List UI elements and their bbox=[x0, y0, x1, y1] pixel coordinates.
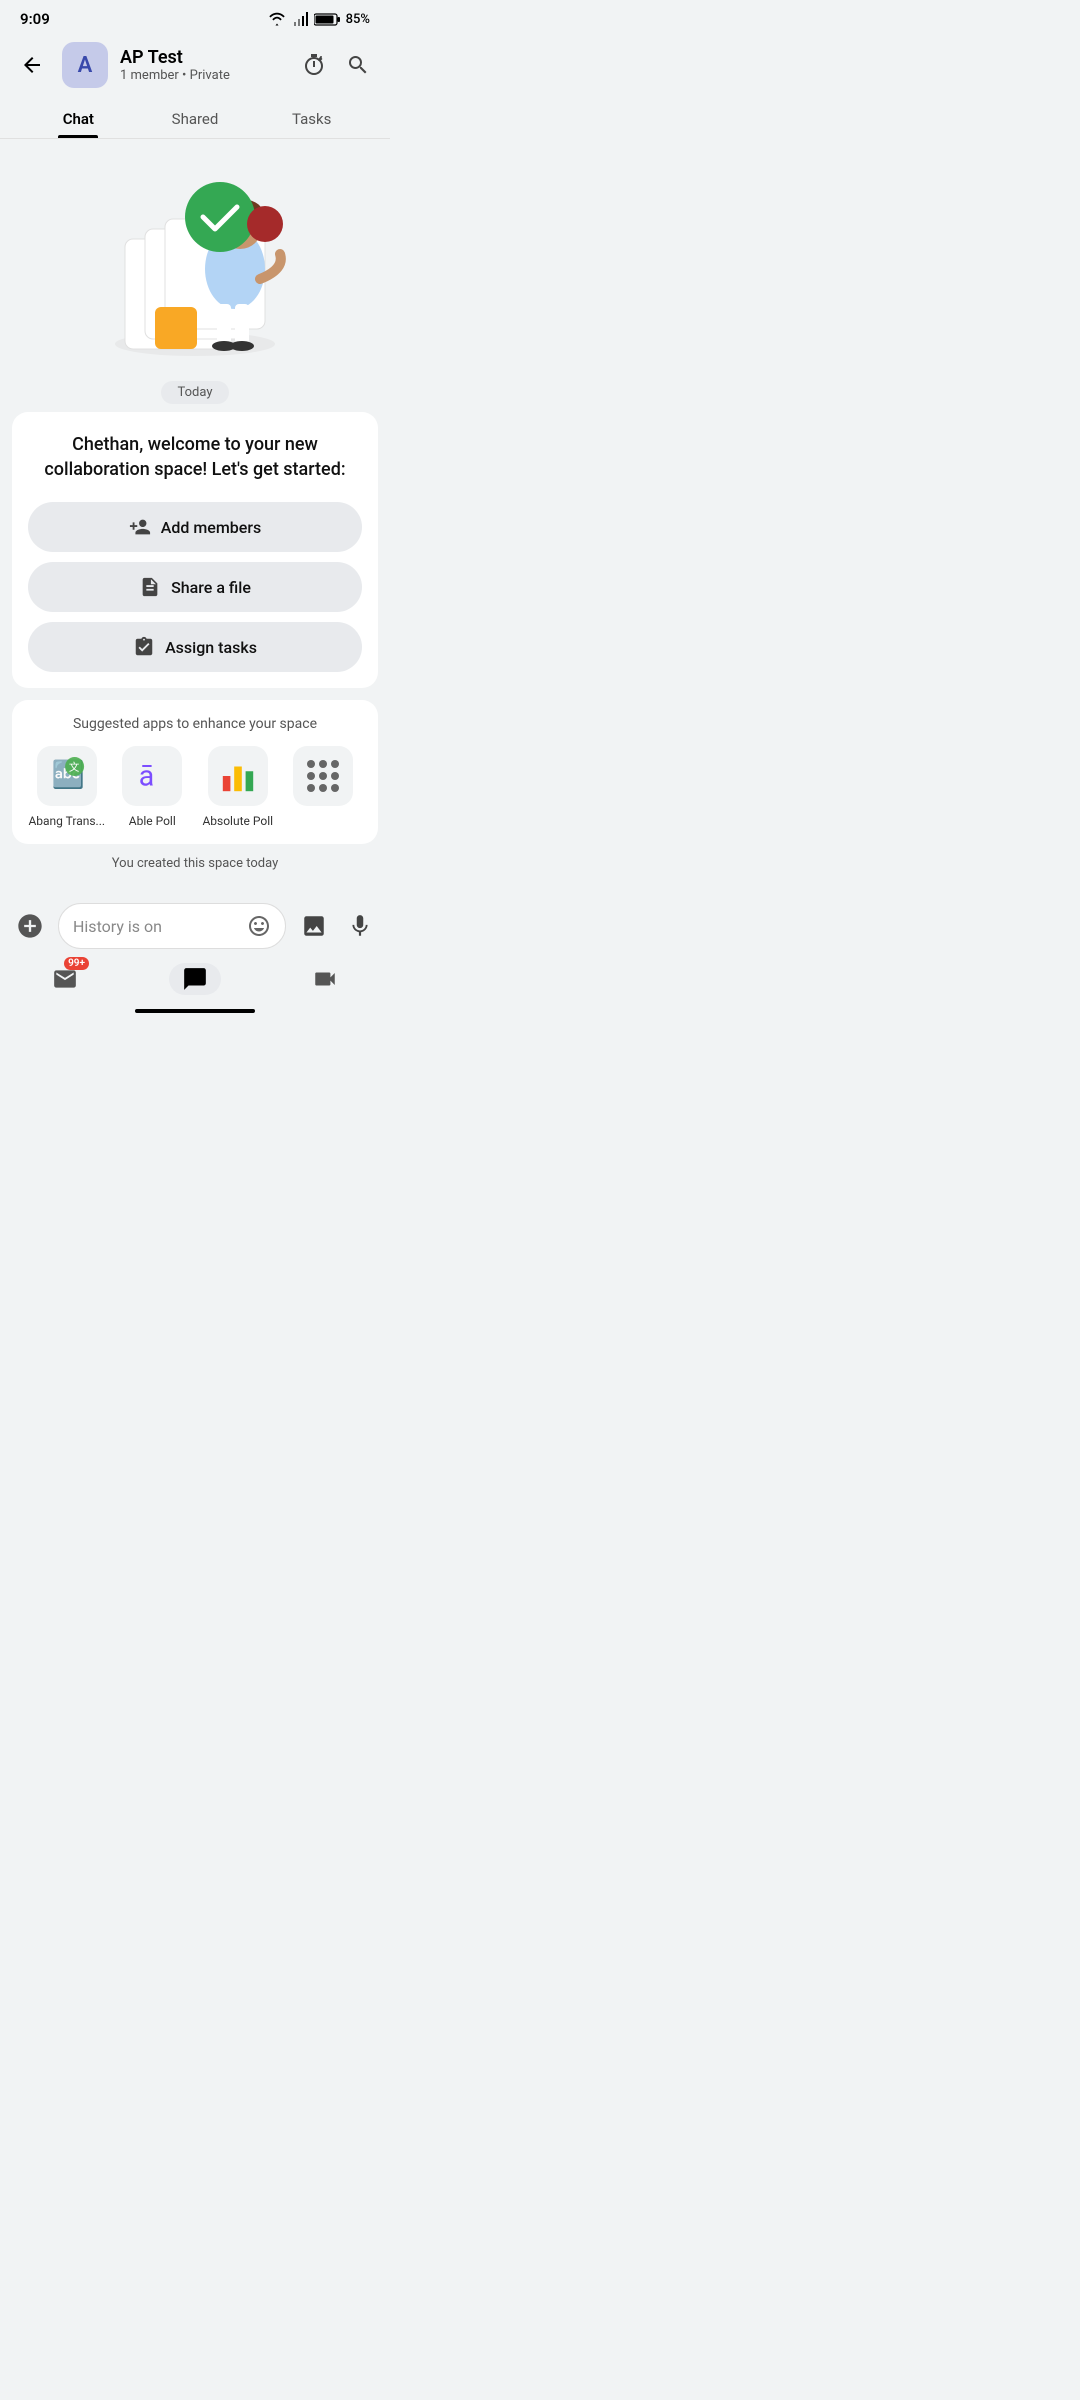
svg-text:文: 文 bbox=[69, 761, 80, 774]
battery-percentage: 85% bbox=[346, 12, 370, 27]
created-today: You created this space today bbox=[0, 856, 390, 871]
grid-dots bbox=[307, 760, 339, 792]
assign-tasks-button[interactable]: Assign tasks bbox=[28, 622, 362, 672]
video-icon-wrap bbox=[299, 963, 351, 995]
suggested-apps-title: Suggested apps to enhance your space bbox=[28, 716, 362, 732]
add-members-icon bbox=[129, 516, 151, 538]
add-button[interactable] bbox=[12, 908, 48, 944]
add-members-button[interactable]: Add members bbox=[28, 502, 362, 552]
status-bar: 9:09 85% bbox=[0, 0, 390, 34]
top-actions bbox=[296, 47, 376, 83]
space-meta: 1 member • Private bbox=[120, 68, 284, 83]
nav-chat[interactable] bbox=[169, 963, 221, 995]
nav-bar: 99+ bbox=[0, 957, 390, 1003]
chat-nav-icon bbox=[182, 966, 208, 992]
able-poll-label: Able Poll bbox=[129, 814, 176, 828]
mail-badge: 99+ bbox=[64, 957, 89, 970]
chat-icon-wrap bbox=[169, 963, 221, 995]
tabs: Chat Shared Tasks bbox=[0, 98, 390, 139]
share-file-label: Share a file bbox=[171, 578, 251, 597]
space-avatar: A bbox=[62, 42, 108, 88]
space-info: AP Test 1 member • Private bbox=[120, 47, 284, 83]
search-button[interactable] bbox=[340, 47, 376, 83]
tab-tasks[interactable]: Tasks bbox=[253, 98, 370, 138]
svg-text:ā: ā bbox=[139, 760, 155, 793]
apps-row: 🔤 文 Abang Trans... ā Able Poll bbox=[28, 746, 362, 828]
able-poll-icon: ā bbox=[122, 746, 182, 806]
scroll-content: Today Chethan, welcome to your new colla… bbox=[0, 139, 390, 895]
share-file-button[interactable]: Share a file bbox=[28, 562, 362, 612]
welcome-card: Chethan, welcome to your new collaborati… bbox=[12, 412, 378, 688]
tab-chat[interactable]: Chat bbox=[20, 98, 137, 138]
app-abang-trans[interactable]: 🔤 文 Abang Trans... bbox=[28, 746, 106, 828]
emoji-button[interactable] bbox=[247, 914, 271, 938]
signal-icon bbox=[292, 12, 308, 26]
status-time: 9:09 bbox=[20, 10, 50, 28]
message-input-pill[interactable]: History is on bbox=[58, 903, 286, 949]
assign-tasks-label: Assign tasks bbox=[165, 638, 257, 657]
bottom-bar: History is on bbox=[0, 895, 390, 957]
add-members-label: Add members bbox=[161, 518, 262, 537]
nav-mail[interactable]: 99+ bbox=[39, 963, 91, 995]
battery-icon bbox=[314, 13, 340, 26]
video-icon bbox=[312, 966, 338, 992]
hero-section bbox=[0, 139, 390, 369]
absolute-poll-label: Absolute Poll bbox=[202, 814, 273, 828]
nav-video[interactable] bbox=[299, 963, 351, 995]
status-icons: 85% bbox=[268, 12, 370, 27]
timer-button[interactable] bbox=[296, 47, 332, 83]
more-apps[interactable] bbox=[285, 746, 363, 828]
media-button[interactable] bbox=[296, 908, 332, 944]
mail-icon-wrap: 99+ bbox=[39, 963, 91, 995]
date-chip: Today bbox=[0, 381, 390, 404]
back-button[interactable] bbox=[14, 47, 50, 83]
date-label: Today bbox=[161, 381, 228, 404]
home-bar bbox=[135, 1009, 255, 1013]
top-bar: A AP Test 1 member • Private bbox=[0, 34, 390, 98]
wifi-icon bbox=[268, 12, 286, 26]
welcome-text: Chethan, welcome to your new collaborati… bbox=[28, 432, 362, 482]
space-name: AP Test bbox=[120, 47, 284, 68]
app-able-poll[interactable]: ā Able Poll bbox=[114, 746, 192, 828]
abang-trans-icon: 🔤 文 bbox=[37, 746, 97, 806]
assign-tasks-icon bbox=[133, 636, 155, 658]
abang-trans-label: Abang Trans... bbox=[28, 814, 105, 828]
hero-illustration bbox=[65, 159, 325, 359]
input-placeholder: History is on bbox=[73, 917, 239, 936]
app-absolute-poll[interactable]: Absolute Poll bbox=[199, 746, 277, 828]
tab-shared[interactable]: Shared bbox=[137, 98, 254, 138]
absolute-poll-icon bbox=[208, 746, 268, 806]
suggested-apps-section: Suggested apps to enhance your space 🔤 文… bbox=[12, 700, 378, 844]
mic-button[interactable] bbox=[342, 908, 378, 944]
more-apps-icon bbox=[293, 746, 353, 806]
mail-icon bbox=[52, 966, 78, 992]
share-file-icon bbox=[139, 576, 161, 598]
